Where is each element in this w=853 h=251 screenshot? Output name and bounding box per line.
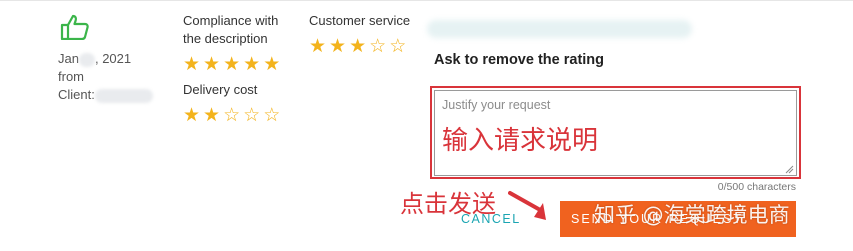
star-filled-icon: ★ [203,104,221,126]
watermark-text: 知乎 @海棠跨境电商 [594,203,790,227]
star-filled-icon: ★ [183,104,201,126]
star-filled-icon: ★ [263,53,281,75]
star-filled-icon: ★ [243,53,261,75]
star-empty-icon: ☆ [243,104,261,126]
remove-rating-title: Ask to remove the rating [434,52,605,68]
criterion-label-delivery: Delivery cost [183,82,258,97]
review-from-label: from [58,69,84,84]
arrow-right-icon [508,191,546,220]
resize-grip-icon[interactable] [784,164,794,174]
annotation-send-hint: 点击发送 [400,190,496,218]
section-top-border [0,0,853,1]
rating-stars-service: ★ ★ ★ ☆ ☆ [309,37,406,56]
star-filled-icon: ★ [203,53,221,75]
review-client: Client: [58,86,153,104]
rating-stars-delivery: ★ ★ ☆ ☆ ☆ [183,106,280,125]
star-filled-icon: ★ [183,53,201,75]
date-redaction [78,52,95,67]
rating-stars-compliance: ★ ★ ★ ★ ★ [183,55,280,74]
justification-textarea[interactable] [434,90,797,176]
review-date-prefix: Jan [58,51,79,66]
star-empty-icon: ☆ [223,104,241,126]
star-empty-icon: ☆ [263,104,281,126]
star-empty-icon: ☆ [389,35,407,57]
star-filled-icon: ★ [223,53,241,75]
star-filled-icon: ★ [349,35,367,57]
criterion-label-service: Customer service [309,13,411,28]
star-filled-icon: ★ [309,35,327,57]
star-filled-icon: ★ [329,35,347,57]
redacted-header [427,20,692,38]
star-empty-icon: ☆ [369,35,387,57]
client-redaction [94,88,153,103]
thumbs-up-icon [60,14,89,40]
criterion-label-compliance: Compliance with the description [183,13,279,46]
review-client-label: Client: [58,87,95,102]
review-date-suffix: , 2021 [94,51,132,66]
review-date: Jan , 2021 [58,50,131,68]
character-counter: 0/500 characters [717,181,796,193]
